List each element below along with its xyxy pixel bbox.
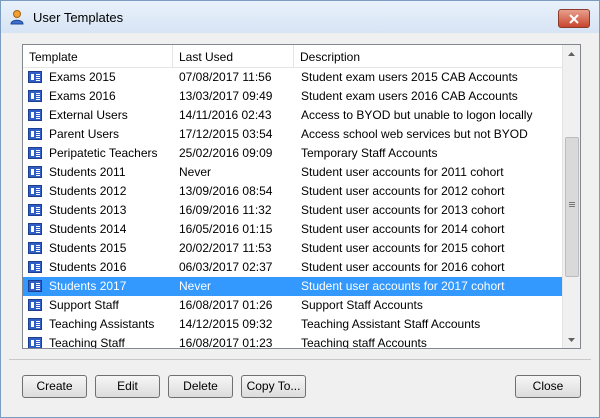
description: Student user accounts for 2015 cohort — [301, 241, 505, 255]
user-templates-window: User Templates Template Last Used Descri… — [0, 0, 600, 418]
description: Student exam users 2015 CAB Accounts — [301, 70, 518, 84]
description: Student exam users 2016 CAB Accounts — [301, 89, 518, 103]
template-name: Students 2014 — [49, 222, 127, 236]
template-name: Students 2012 — [49, 184, 127, 198]
table-row[interactable]: Teaching Assistants 14/12/2015 09:32 Teach… — [23, 315, 563, 334]
template-name: Support Staff — [49, 298, 119, 312]
delete-button[interactable]: Delete — [168, 375, 233, 398]
user-card-icon — [28, 166, 42, 178]
last-used: Never — [179, 279, 212, 293]
description: Student user accounts for 2012 cohort — [301, 184, 505, 198]
title-bar: User Templates — [1, 1, 599, 33]
user-card-icon — [28, 299, 42, 311]
description: Student user accounts for 2017 cohort — [301, 279, 505, 293]
list-header: Template Last Used Description — [23, 45, 563, 68]
column-header-description[interactable]: Description — [294, 45, 563, 67]
last-used: 14/12/2015 09:32 — [179, 317, 273, 331]
last-used: 16/09/2016 11:32 — [179, 203, 272, 217]
last-used: 13/03/2017 09:49 — [179, 89, 273, 103]
template-name: Exams 2016 — [49, 89, 116, 103]
table-row[interactable]: Peripatetic Teachers 25/02/2016 09:09 Temp… — [23, 144, 563, 163]
list-rows: Exams 2015 07/08/2017 11:56 Student exam u… — [23, 68, 563, 349]
user-card-icon — [28, 128, 42, 140]
table-row[interactable]: Exams 2015 07/08/2017 11:56 Student exam u… — [23, 68, 563, 87]
last-used: 07/08/2017 11:56 — [179, 70, 272, 84]
table-row[interactable]: External Users 14/11/2016 02:43 Access to … — [23, 106, 563, 125]
user-card-icon — [28, 147, 42, 159]
template-name: External Users — [49, 108, 128, 122]
table-row[interactable]: Teaching Staff 16/08/2017 01:23 Teaching s… — [23, 334, 563, 349]
template-name: Students 2015 — [49, 241, 127, 255]
description: Student user accounts for 2013 cohort — [301, 203, 505, 217]
column-header-template[interactable]: Template — [23, 45, 173, 67]
last-used: 20/02/2017 11:53 — [179, 241, 272, 255]
description: Teaching staff Accounts — [301, 336, 427, 349]
description: Student user accounts for 2014 cohort — [301, 222, 505, 236]
last-used: 25/02/2016 09:09 — [179, 146, 273, 160]
last-used: 16/08/2017 01:23 — [179, 336, 273, 349]
description: Student user accounts for 2011 cohort — [301, 165, 504, 179]
table-row[interactable]: Students 2011 Never Student user accounts … — [23, 163, 563, 182]
description: Temporary Staff Accounts — [301, 146, 438, 160]
last-used: Never — [179, 165, 212, 179]
user-card-icon — [28, 90, 42, 102]
user-card-icon — [28, 318, 42, 330]
user-templates-icon — [9, 9, 25, 25]
scroll-down-arrow-icon[interactable] — [563, 331, 580, 348]
create-button[interactable]: Create — [22, 375, 87, 398]
last-used: 16/05/2016 01:15 — [179, 222, 273, 236]
user-card-icon — [28, 280, 42, 292]
table-row[interactable]: Students 2017 Never Student user accounts … — [23, 277, 563, 296]
user-card-icon — [28, 223, 42, 235]
table-row[interactable]: Students 2012 13/09/2016 08:54 Student use… — [23, 182, 563, 201]
description: Student user accounts for 2016 cohort — [301, 260, 505, 274]
user-card-icon — [28, 242, 42, 254]
table-row[interactable]: Students 2013 16/09/2016 11:32 Student use… — [23, 201, 563, 220]
table-row[interactable]: Students 2014 16/05/2016 01:15 Student use… — [23, 220, 563, 239]
table-row[interactable]: Support Staff 16/08/2017 01:26 Support Sta… — [23, 296, 563, 315]
window-title: User Templates — [33, 10, 124, 25]
description: Teaching Assistant Staff Accounts — [301, 317, 481, 331]
template-name: Parent Users — [49, 127, 120, 141]
close-icon — [569, 13, 579, 24]
last-used: 14/11/2016 02:43 — [179, 108, 272, 122]
table-row[interactable]: Parent Users 17/12/2015 03:54 Access schoo… — [23, 125, 563, 144]
scroll-up-arrow-icon[interactable] — [563, 45, 580, 62]
templates-list[interactable]: Template Last Used Description Exams 201… — [22, 44, 581, 349]
user-card-icon — [28, 337, 42, 348]
user-card-icon — [28, 261, 42, 273]
template-name: Teaching Staff — [49, 336, 125, 349]
window-close-button[interactable] — [558, 9, 590, 28]
user-card-icon — [28, 185, 42, 197]
copy-to-button[interactable]: Copy To... — [241, 375, 306, 398]
description: Access school web services but not BYOD — [301, 127, 528, 141]
template-name: Peripatetic Teachers — [49, 146, 158, 160]
template-name: Students 2016 — [49, 260, 127, 274]
template-name: Exams 2015 — [49, 70, 116, 84]
last-used: 16/08/2017 01:26 — [179, 298, 273, 312]
last-used: 13/09/2016 08:54 — [179, 184, 273, 198]
close-button[interactable]: Close — [515, 375, 581, 398]
column-header-last-used[interactable]: Last Used — [173, 45, 294, 67]
description: Support Staff Accounts — [301, 298, 423, 312]
template-name: Students 2011 — [49, 165, 126, 179]
template-name: Students 2017 — [49, 279, 127, 293]
table-row[interactable]: Students 2016 06/03/2017 02:37 Student use… — [23, 258, 563, 277]
table-row[interactable]: Students 2015 20/02/2017 11:53 Student use… — [23, 239, 563, 258]
scroll-thumb[interactable] — [565, 137, 579, 277]
table-row[interactable]: Exams 2016 13/03/2017 09:49 Student exam u… — [23, 87, 563, 106]
vertical-scrollbar[interactable] — [562, 45, 580, 348]
description: Access to BYOD but unable to logon local… — [301, 108, 533, 122]
last-used: 17/12/2015 03:54 — [179, 127, 273, 141]
user-card-icon — [28, 109, 42, 121]
last-used: 06/03/2017 02:37 — [179, 260, 273, 274]
user-card-icon — [28, 71, 42, 83]
edit-button[interactable]: Edit — [95, 375, 160, 398]
template-name: Teaching Assistants — [49, 317, 155, 331]
template-name: Students 2013 — [49, 203, 127, 217]
divider — [9, 359, 591, 360]
user-card-icon — [28, 204, 42, 216]
